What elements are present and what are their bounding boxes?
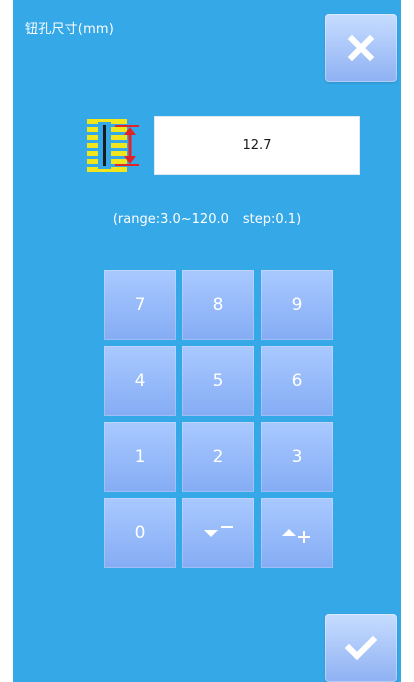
key-9[interactable]: 9 (261, 270, 333, 340)
step-label: step:0.1) (242, 212, 302, 227)
key-4[interactable]: 4 (104, 346, 176, 416)
key-2[interactable]: 2 (182, 422, 254, 492)
increment-button[interactable] (261, 498, 333, 568)
key-7[interactable]: 7 (104, 270, 176, 340)
input-screen: 钮孔尺寸(mm) 12.7 (range:3.0~120.0 step:0.1) … (13, 0, 401, 682)
close-icon (347, 34, 375, 62)
close-button[interactable] (325, 14, 397, 82)
decrement-button[interactable] (182, 498, 254, 568)
key-0[interactable]: 0 (104, 498, 176, 568)
key-5[interactable]: 5 (182, 346, 254, 416)
checkmark-icon (344, 635, 378, 661)
key-3[interactable]: 3 (261, 422, 333, 492)
triangle-down-minus-icon (204, 526, 233, 537)
key-1[interactable]: 1 (104, 422, 176, 492)
confirm-button[interactable] (325, 614, 397, 682)
range-label: (range:3.0~120.0 (112, 212, 229, 227)
size-value-field[interactable]: 12.7 (154, 116, 360, 175)
screen-title: 钮孔尺寸(mm) (25, 22, 115, 37)
buttonhole-size-icon (87, 119, 139, 172)
triangle-up-plus-icon (282, 529, 310, 543)
range-hint: (range:3.0~120.0 step:0.1) (13, 212, 401, 227)
key-6[interactable]: 6 (261, 346, 333, 416)
key-8[interactable]: 8 (182, 270, 254, 340)
size-value: 12.7 (242, 138, 272, 153)
